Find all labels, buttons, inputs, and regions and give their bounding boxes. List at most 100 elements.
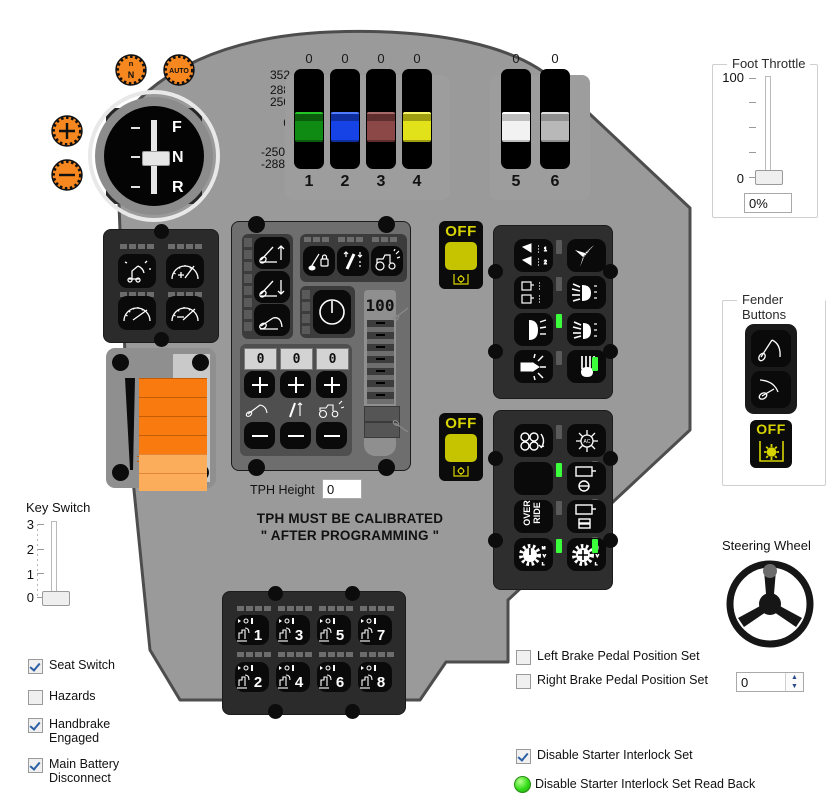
air-conditioning-button[interactable]: AC [567,424,606,457]
tph-height-input[interactable]: 0 [322,479,362,499]
stepper-plus-slip[interactable] [316,371,347,398]
spool-value-3: 0 [377,51,385,66]
spinner-up-arrow[interactable]: ▲ [786,673,803,682]
spool-thumb-2[interactable] [331,112,359,142]
seat-switch-checkbox[interactable]: Seat Switch [28,658,115,674]
seat-switch-checkbox-box[interactable] [28,659,43,674]
key-switch-thumb[interactable] [42,591,70,606]
pto-rear-button[interactable] [567,462,606,495]
decrease-button[interactable] [49,157,85,193]
memory-button-2[interactable]: 2 [235,662,269,692]
headlight-dip-button[interactable] [514,313,553,346]
right-brake-pedal-checkbox-box[interactable] [516,674,531,689]
work-light-rear-button[interactable] [567,313,606,346]
stepper-value-slip[interactable]: 0 [316,348,349,370]
fender-rocker[interactable] [745,324,797,414]
off-pad-lower[interactable] [445,434,477,462]
steering-wheel-title: Steering Wheel [722,538,811,553]
gauge-plus-button[interactable] [166,254,204,288]
main-battery-disconnect-checkbox[interactable]: Main Battery Disconnect [28,757,138,785]
stepper-minus-slip[interactable] [316,422,347,449]
stepper-value-depth[interactable]: 0 [280,348,313,370]
stepper-value-hitch[interactable]: 0 [244,348,277,370]
tractor-slip-button[interactable] [371,246,403,276]
off-pad-upper[interactable] [445,242,477,270]
four-wheel-drive-button[interactable]: MVL [567,538,606,571]
diff-lock-button[interactable]: MVL [514,538,553,571]
spool-thumb-1[interactable] [295,112,323,142]
fnr-gauge[interactable]: F N R [87,89,221,223]
memory-button-3[interactable]: 3 [276,615,310,645]
hitch-lock-button[interactable] [303,246,335,276]
fender-work-light-off-button[interactable]: OFF [750,420,792,468]
pto-front-button[interactable] [567,500,606,533]
spool-thumb-3[interactable] [367,112,395,142]
main-battery-disconnect-checkbox-box[interactable] [28,758,43,773]
hazard-light-button[interactable] [514,350,553,383]
hazards-checkbox[interactable]: Hazards [28,689,96,705]
depth-limit-button[interactable] [337,246,369,276]
foot-throttle-value[interactable]: 0% [744,193,792,213]
memory-button-4[interactable]: 4 [276,662,310,692]
gauge-sweep-button[interactable] [118,296,156,330]
stepper-minus-hitch[interactable] [244,422,275,449]
ft-tick-2 [749,102,756,103]
hazards-checkbox-box[interactable] [28,690,43,705]
center-screw-tl [248,216,265,233]
fender-hitch-lower-button[interactable] [751,371,791,408]
rear-wiper-button[interactable] [567,350,606,383]
work-light-off-button-upper[interactable]: OFF [439,221,483,289]
memory-button-1[interactable]: 1 [235,615,269,645]
rear-wiper-led [592,357,598,371]
ks-tick-1 [37,573,44,574]
fnr-knob[interactable] [142,151,170,166]
steering-wheel-value[interactable]: 0 ▲ ▼ [736,672,804,692]
left-brake-pedal-checkbox-box[interactable] [516,650,531,665]
beacon-button[interactable]: 1 2 [514,239,553,272]
spool-label-3: 3 [376,173,386,190]
rmt-screw-bl [488,344,503,359]
memory-button-7[interactable]: 7 [358,615,392,645]
disable-starter-interlock-set-checkbox[interactable]: Disable Starter Interlock Set [516,748,693,764]
main-battery-disconnect-label: Main Battery Disconnect [49,757,120,785]
steering-wheel[interactable] [726,560,814,648]
hitch-float-button[interactable] [254,304,290,336]
gauge-minus-button[interactable] [166,296,204,330]
memory-button-6[interactable]: 6 [317,662,351,692]
blank-button[interactable] [514,462,553,495]
power-button[interactable] [313,290,351,334]
svg-text:2: 2 [254,674,262,691]
hitch-raise-button[interactable] [254,237,290,269]
center-module: 100 0 0 0 [232,216,410,476]
auto-button[interactable]: AUTO [161,52,197,88]
override-button[interactable]: OVER RIDE [514,500,553,533]
hitch-control-button[interactable] [118,254,156,288]
spool-thumb-4[interactable] [403,112,431,142]
fender-hitch-raise-button[interactable] [751,330,791,367]
handbrake-engaged-checkbox[interactable]: Handbrake Engaged [28,717,138,745]
increase-button[interactable] [49,113,85,149]
stepper-plus-depth[interactable] [280,371,311,398]
top-tick-2 [338,237,363,242]
memory-button-8[interactable]: 8 [358,662,392,692]
memory-button-5[interactable]: 5 [317,615,351,645]
neutral-lock-button[interactable]: n N [113,52,149,88]
spool-thumb-5[interactable] [502,112,530,142]
foot-throttle-thumb[interactable] [755,170,783,185]
left-brake-pedal-position-set-checkbox[interactable]: Left Brake Pedal Position Set [516,649,700,665]
work-light-off-button-lower[interactable]: OFF [439,413,483,481]
stepper-plus-hitch[interactable] [244,371,275,398]
stepper-minus-depth[interactable] [280,422,311,449]
right-brake-pedal-position-set-checkbox[interactable]: Right Brake Pedal Position Set [516,673,708,689]
fan-reverse-button[interactable] [514,424,553,457]
handbrake-engaged-checkbox-box[interactable] [28,718,43,733]
spool-thumb-6[interactable] [541,112,569,142]
steering-wheel-spinner-arrows[interactable]: ▲ ▼ [785,673,803,691]
hitch-lower-button[interactable] [254,271,290,303]
auto-wiper-button[interactable]: AUTO [567,239,606,272]
work-light-front-button[interactable] [567,276,606,309]
spinner-down-arrow[interactable]: ▼ [786,682,803,691]
cab-light-button[interactable] [514,276,553,309]
disable-starter-interlock-checkbox-box[interactable] [516,749,531,764]
stepper-group: 0 0 0 [240,344,352,456]
